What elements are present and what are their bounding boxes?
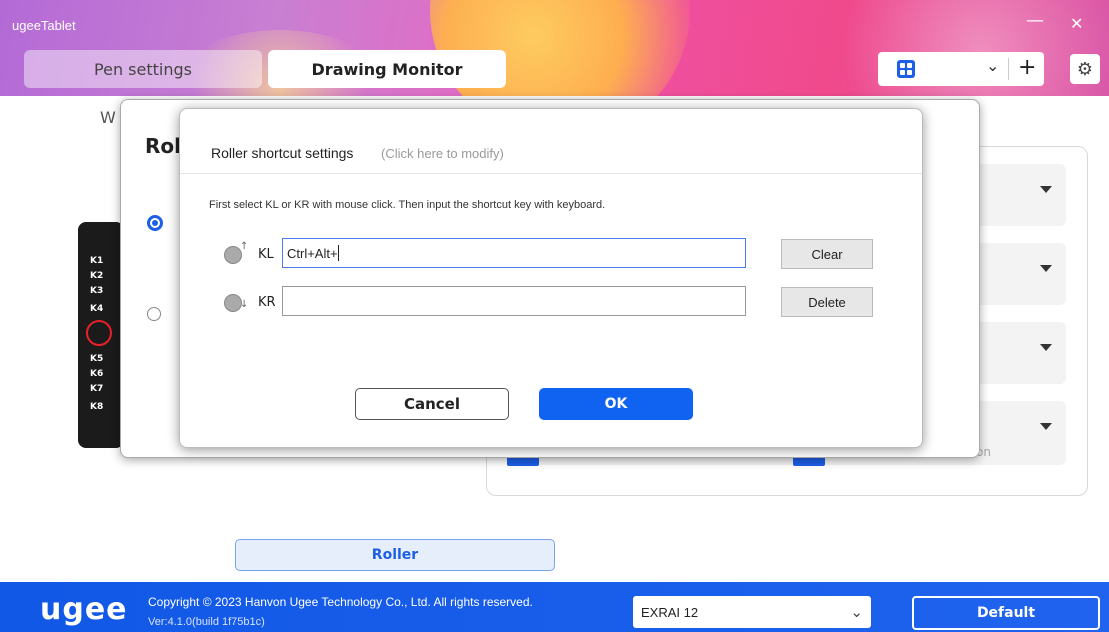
key-label: K6 — [90, 369, 104, 379]
title-bar: ugeeTablet — ✕ Pen settings Drawing Moni… — [0, 0, 1109, 96]
kr-label[interactable]: KR — [258, 295, 276, 310]
kl-label[interactable]: KL — [258, 247, 274, 262]
chevron-down-icon: ⌄ — [850, 604, 863, 621]
footer-bar: ugee Copyright © 2023 Hanvon Ugee Techno… — [0, 582, 1109, 632]
divider — [1008, 58, 1009, 80]
key-label: K1 — [90, 256, 104, 266]
key-label: K4 — [90, 304, 104, 314]
cancel-button[interactable]: Cancel — [355, 388, 509, 420]
clear-button[interactable]: Clear — [781, 239, 873, 269]
roller-ring-icon — [86, 320, 112, 346]
add-profile-icon[interactable]: + — [1018, 55, 1036, 80]
roller-shortcut-dialog: Roller shortcut settings (Click here to … — [179, 108, 923, 448]
copyright-text: Copyright © 2023 Hanvon Ugee Technology … — [148, 595, 533, 609]
tab-pen-settings[interactable]: Pen settings — [24, 50, 262, 88]
app-title: ugeeTablet — [12, 18, 76, 33]
kr-shortcut-input[interactable] — [282, 286, 746, 316]
ugee-logo: ugee — [40, 592, 128, 627]
device-select[interactable]: EXRAI 12 ⌄ — [633, 596, 871, 628]
caret-down-icon — [1040, 265, 1052, 272]
close-button[interactable]: ✕ — [1070, 14, 1083, 33]
arrow-up-icon: ↑ — [240, 241, 249, 252]
default-button[interactable]: Default — [912, 596, 1100, 630]
caret-down-icon — [1040, 423, 1052, 430]
key-label: K2 — [90, 271, 104, 281]
profile-selector[interactable]: ⌄ + — [878, 52, 1044, 86]
divider — [180, 173, 922, 174]
device-select-value: EXRAI 12 — [641, 604, 699, 620]
radio-selected[interactable] — [147, 215, 163, 231]
kl-shortcut-input[interactable]: Ctrl+Alt+ — [282, 238, 746, 268]
version-text: Ver:4.1.0(build 1f75b1c) — [148, 616, 265, 628]
roller-dialog-title: Rol — [145, 134, 181, 158]
key-label: K5 — [90, 354, 104, 364]
radio-unselected[interactable] — [147, 307, 161, 321]
caret-down-icon — [1040, 186, 1052, 193]
tablet-illustration: K1 K2 K3 K4 K5 K6 K7 K8 — [78, 222, 124, 448]
kl-shortcut-value: Ctrl+Alt+ — [287, 245, 338, 261]
chevron-down-icon[interactable]: ⌄ — [986, 56, 999, 75]
arrow-down-icon: ↓ — [240, 299, 249, 310]
tab-drawing-monitor[interactable]: Drawing Monitor — [268, 50, 506, 88]
roller-button[interactable]: Roller — [235, 539, 555, 571]
dialog-title: Roller shortcut settings — [211, 145, 354, 161]
delete-button[interactable]: Delete — [781, 287, 873, 317]
gear-icon[interactable]: ⚙ — [1070, 54, 1100, 84]
section-label-partial: W — [100, 108, 116, 127]
key-label: K7 — [90, 384, 104, 394]
minimize-button[interactable]: — — [1026, 10, 1044, 31]
instruction-text: First select KL or KR with mouse click. … — [209, 199, 606, 211]
modify-title-link[interactable]: (Click here to modify) — [381, 146, 504, 161]
key-label: K3 — [90, 286, 104, 296]
ok-button[interactable]: OK — [539, 388, 693, 420]
grid-icon — [897, 60, 915, 78]
key-label: K8 — [90, 402, 104, 412]
caret-down-icon — [1040, 344, 1052, 351]
